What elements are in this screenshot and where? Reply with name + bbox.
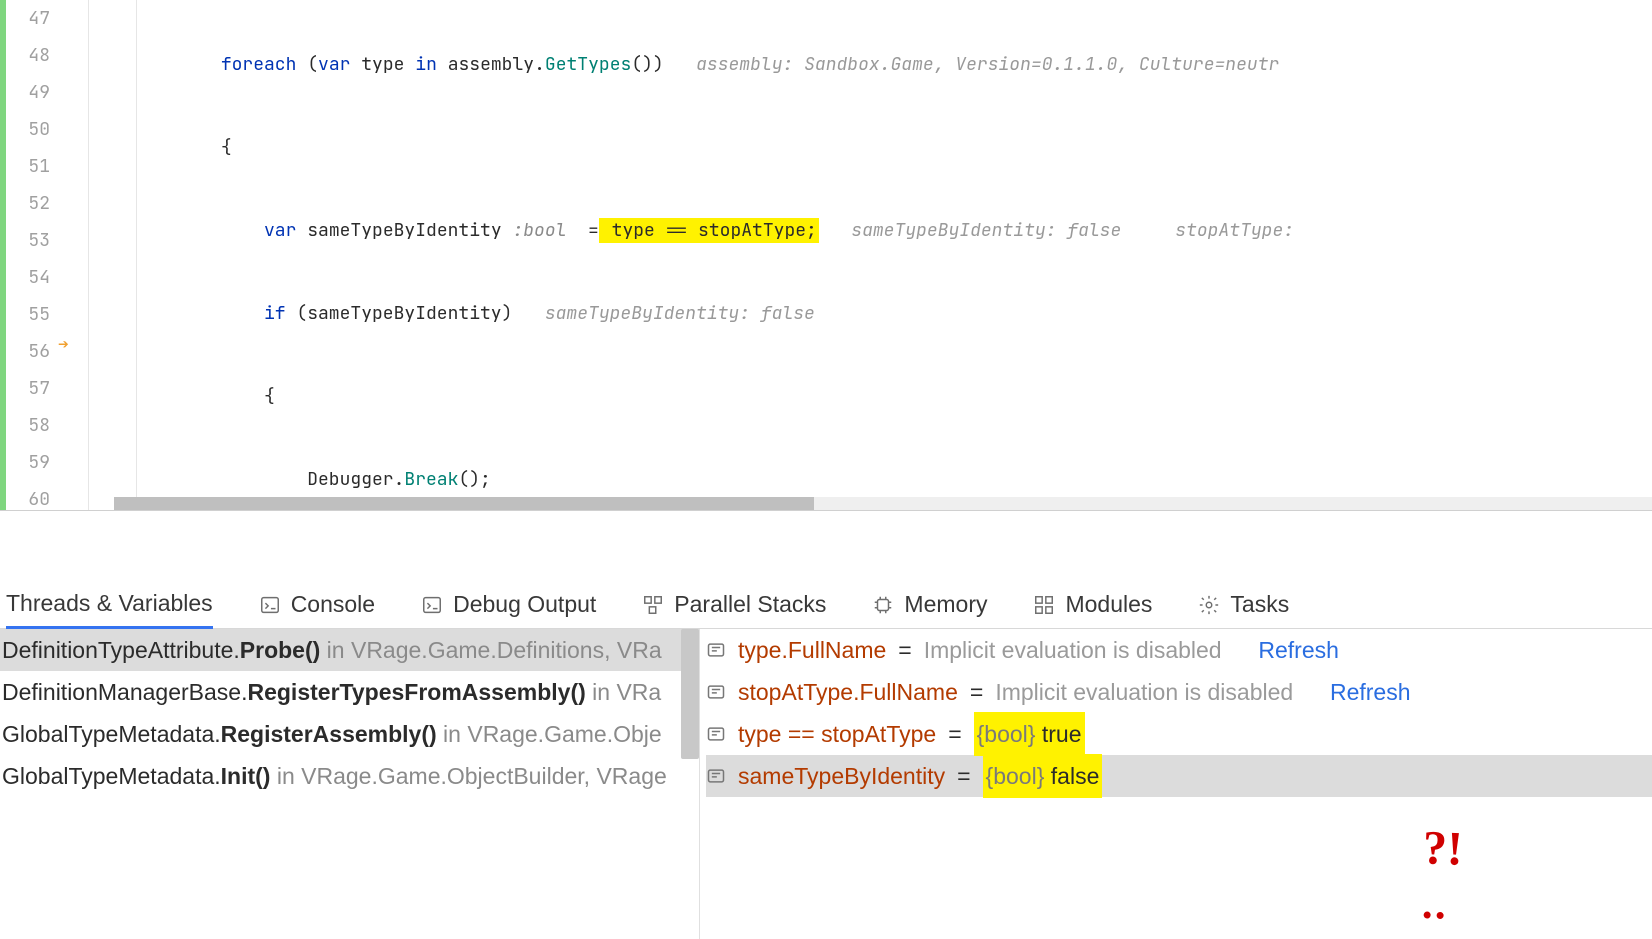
stack-frame[interactable]: GlobalTypeMetadata.RegisterAssembly() in… (0, 713, 699, 755)
tab-memory[interactable]: Memory (872, 581, 987, 629)
refresh-link[interactable]: Refresh (1330, 671, 1411, 713)
tab-debug-output[interactable]: Debug Output (421, 581, 596, 629)
tab-console[interactable]: Console (259, 581, 375, 629)
tab-tasks[interactable]: Tasks (1198, 581, 1289, 629)
watch-expression[interactable]: type == stopAtType = {bool} true (706, 713, 1652, 755)
watch-icon (706, 640, 726, 660)
watch-expression[interactable]: stopAtType.FullName = Implicit evaluatio… (706, 671, 1652, 713)
tab-threads-variables[interactable]: Threads & Variables (6, 581, 213, 629)
parallel-stacks-icon (642, 594, 664, 616)
modules-icon (1033, 594, 1055, 616)
debug-tabs: Threads & Variables Console Debug Output… (0, 581, 1652, 629)
highlighted-expression: type == stopAtType; (599, 218, 819, 243)
callstack-scrollbar[interactable] (681, 629, 699, 759)
execution-marker-column: ➔ (56, 0, 86, 510)
tab-parallel-stacks[interactable]: Parallel Stacks (642, 581, 826, 629)
highlighted-value: {bool} true (974, 712, 1085, 756)
watches-panel[interactable]: type.FullName = Implicit evaluation is d… (700, 629, 1652, 939)
code-editor[interactable]: 47 48 49 50 51 52 53 54 55 56 57 58 59 6… (0, 0, 1652, 510)
highlighted-value: {bool} false (983, 754, 1103, 798)
watch-icon (706, 766, 726, 786)
tab-modules[interactable]: Modules (1033, 581, 1152, 629)
memory-icon (872, 594, 894, 616)
handwritten-annotation: ?! (1420, 820, 1464, 931)
line-number-gutter: 47 48 49 50 51 52 53 54 55 56 57 58 59 6… (6, 0, 56, 510)
watch-expression[interactable]: sameTypeByIdentity = {bool} false (706, 755, 1652, 797)
stack-frame[interactable]: DefinitionManagerBase.RegisterTypesFromA… (0, 671, 699, 713)
stack-frame[interactable]: GlobalTypeMetadata.Init() in VRage.Game.… (0, 755, 699, 797)
debug-tool-window: Threads & Variables Console Debug Output… (0, 510, 1652, 939)
refresh-link[interactable]: Refresh (1258, 629, 1339, 671)
call-stack-panel[interactable]: DefinitionTypeAttribute.Probe() in VRage… (0, 629, 700, 939)
horizontal-scrollbar[interactable] (114, 497, 1652, 510)
indent-guides (86, 0, 156, 510)
stack-frame[interactable]: DefinitionTypeAttribute.Probe() in VRage… (0, 629, 699, 671)
watch-expression[interactable]: type.FullName = Implicit evaluation is d… (706, 629, 1652, 671)
tasks-icon (1198, 594, 1220, 616)
watch-icon (706, 682, 726, 702)
console-icon (259, 594, 281, 616)
code-area[interactable]: foreach (var type in assembly.GetTypes()… (156, 0, 1652, 510)
execution-pointer-icon: ➔ (58, 333, 69, 356)
watch-icon (706, 724, 726, 744)
scrollbar-thumb[interactable] (114, 497, 814, 510)
debug-output-icon (421, 594, 443, 616)
